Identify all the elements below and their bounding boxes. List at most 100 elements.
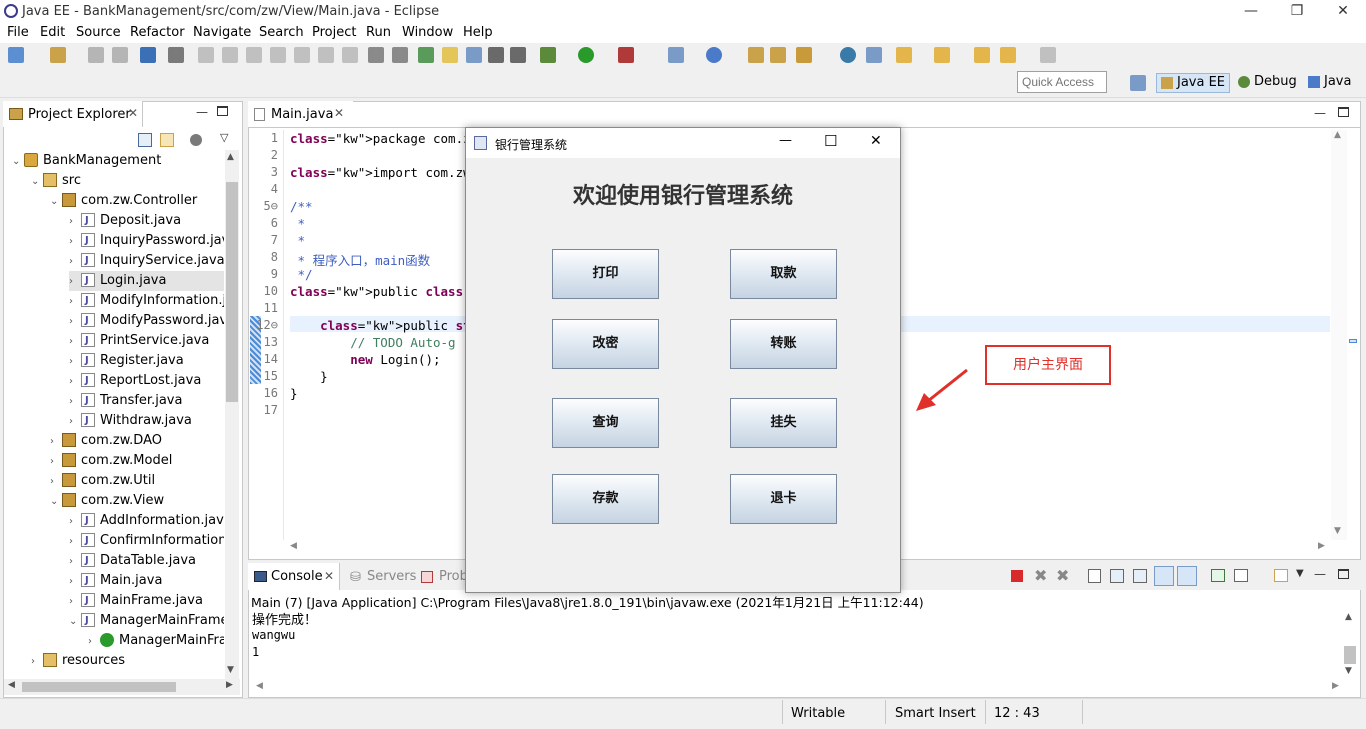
tree-item[interactable]: › ReportLost.java [69, 371, 224, 391]
collapsed-arrow-icon[interactable]: › [50, 452, 62, 471]
pin-console-icon[interactable] [1211, 569, 1225, 582]
scroll-down-icon[interactable]: ▼ [227, 665, 234, 675]
collapsed-arrow-icon[interactable]: › [69, 552, 81, 571]
view-menu-icon[interactable]: ▽ [220, 131, 228, 144]
back-arrow-icon[interactable] [1000, 47, 1016, 63]
collapsed-arrow-icon[interactable]: › [69, 212, 81, 231]
tree-item[interactable]: › Register.java [69, 351, 224, 371]
expanded-arrow-icon[interactable]: ⌄ [12, 152, 24, 171]
expanded-arrow-icon[interactable]: ⌄ [50, 192, 62, 211]
open-perspective-icon[interactable] [1130, 75, 1146, 91]
perspective-debug[interactable]: Debug [1234, 73, 1301, 93]
tree-item[interactable]: › ConfirmInformation. [69, 531, 224, 551]
minimize-editor-icon[interactable]: — [1314, 106, 1326, 120]
terminal-icon[interactable] [140, 47, 156, 63]
project-explorer-scrollbar[interactable]: ▲ ▼ [225, 150, 239, 680]
tree-item[interactable]: › MainFrame.java [69, 591, 224, 611]
dialog-maximize-button[interactable]: ☐ [824, 132, 837, 150]
code-line[interactable]: } [290, 386, 298, 401]
deposit-button[interactable]: 存款 [552, 474, 659, 524]
menu-window[interactable]: Window [402, 25, 453, 40]
hscrollbar-thumb[interactable] [22, 682, 176, 692]
show-whitespace-icon[interactable] [466, 47, 482, 63]
code-line[interactable]: // TODO Auto-g [290, 335, 455, 350]
scroll-up-icon[interactable]: ▲ [227, 152, 234, 162]
use-step-filters-icon[interactable] [368, 47, 384, 63]
collapsed-arrow-icon[interactable]: › [69, 532, 81, 551]
scrollbar-thumb[interactable] [1344, 646, 1356, 664]
tab-problems[interactable]: Prob [439, 569, 468, 584]
menu-source[interactable]: Source [76, 25, 121, 40]
forward-arrow-icon[interactable] [1040, 47, 1056, 63]
console-vscrollbar[interactable]: ▲ ▼ [1343, 612, 1357, 682]
last-edit-location-icon[interactable] [974, 47, 990, 63]
link-with-editor-icon[interactable] [160, 133, 174, 147]
word-wrap-icon[interactable] [1133, 569, 1147, 583]
menu-file[interactable]: File [7, 25, 29, 40]
disconnect-icon[interactable] [270, 47, 286, 63]
restore-window-button[interactable]: ❐ [1274, 0, 1320, 24]
quick-access-input[interactable] [1017, 71, 1107, 93]
tree-item[interactable]: › ModifyPassword.jav [69, 311, 224, 331]
paragraph-icon[interactable] [510, 47, 526, 63]
collapsed-arrow-icon[interactable]: › [50, 432, 62, 451]
code-line[interactable]: /** [290, 199, 313, 214]
code-line[interactable]: } [290, 369, 328, 384]
tree-item[interactable]: › ManagerMainFra [88, 631, 224, 651]
terminate-icon[interactable] [1011, 570, 1023, 582]
project-explorer-hscrollbar[interactable]: ◀ ▶ [4, 679, 240, 695]
collapsed-arrow-icon[interactable]: › [69, 512, 81, 531]
collapsed-arrow-icon[interactable]: › [69, 292, 81, 311]
web-browser-icon[interactable] [840, 47, 856, 63]
scrollbar-thumb[interactable] [226, 182, 238, 402]
collapsed-arrow-icon[interactable]: › [69, 232, 81, 251]
tree-item[interactable]: › InquiryPassword.java [69, 231, 224, 251]
step-into-icon[interactable] [294, 47, 310, 63]
display-console-icon[interactable] [1234, 569, 1248, 582]
tree-item[interactable]: › Main.java [69, 571, 224, 591]
dialog-minimize-button[interactable]: — [779, 133, 792, 148]
collapsed-arrow-icon[interactable]: › [69, 332, 81, 351]
collapsed-arrow-icon[interactable]: › [31, 652, 43, 671]
tree-item[interactable]: › com.zw.Util [50, 471, 224, 491]
report-loss-button[interactable]: 挂失 [730, 398, 837, 448]
menu-help[interactable]: Help [463, 25, 493, 40]
close-icon[interactable]: ✕ [324, 569, 334, 583]
transfer-button[interactable]: 转账 [730, 319, 837, 369]
step-return-icon[interactable] [342, 47, 358, 63]
show-on-stdout-icon[interactable] [1154, 566, 1174, 586]
tab-console[interactable]: Console [271, 569, 323, 584]
scroll-right-icon[interactable]: ▶ [226, 680, 233, 690]
tree-item[interactable]: › com.zw.DAO [50, 431, 224, 451]
collapsed-arrow-icon[interactable]: › [69, 272, 81, 291]
drop-to-frame-icon[interactable] [392, 47, 408, 63]
collapsed-arrow-icon[interactable]: › [69, 392, 81, 411]
tree-item[interactable]: › com.zw.Model [50, 451, 224, 471]
view-menu-icon[interactable]: ▼ [1296, 568, 1304, 579]
eject-card-button[interactable]: 退卡 [730, 474, 837, 524]
tree-item[interactable]: › Deposit.java [69, 211, 224, 231]
collapsed-arrow-icon[interactable]: › [69, 572, 81, 591]
collapsed-arrow-icon[interactable]: › [69, 252, 81, 271]
scroll-up-icon[interactable]: ▲ [1345, 612, 1352, 622]
search-icon[interactable] [796, 47, 812, 63]
remove-launch-icon[interactable]: ✖ [1034, 566, 1047, 585]
print-button[interactable]: 打印 [552, 249, 659, 299]
maximize-editor-icon[interactable] [1338, 107, 1349, 117]
tree-item[interactable]: › DataTable.java [69, 551, 224, 571]
terminate-icon[interactable] [246, 47, 262, 63]
previous-edit-icon[interactable] [934, 47, 950, 63]
tree-item[interactable]: › ModifyInformation.ja [69, 291, 224, 311]
close-icon[interactable]: ✕ [128, 106, 138, 120]
scroll-left-icon[interactable]: ◀ [290, 541, 297, 551]
save-icon[interactable] [88, 47, 104, 63]
collapsed-arrow-icon[interactable]: › [50, 472, 62, 491]
clear-console-icon[interactable] [1088, 569, 1101, 583]
tree-item[interactable]: › resources [31, 651, 224, 671]
query-button[interactable]: 查询 [552, 398, 659, 448]
scroll-down-icon[interactable]: ▼ [1334, 526, 1341, 536]
tree-item[interactable]: › PrintService.java [69, 331, 224, 351]
close-window-button[interactable]: ✕ [1320, 0, 1366, 24]
show-on-stderr-icon[interactable] [1177, 566, 1197, 586]
perspective-java[interactable]: Java [1304, 73, 1355, 93]
